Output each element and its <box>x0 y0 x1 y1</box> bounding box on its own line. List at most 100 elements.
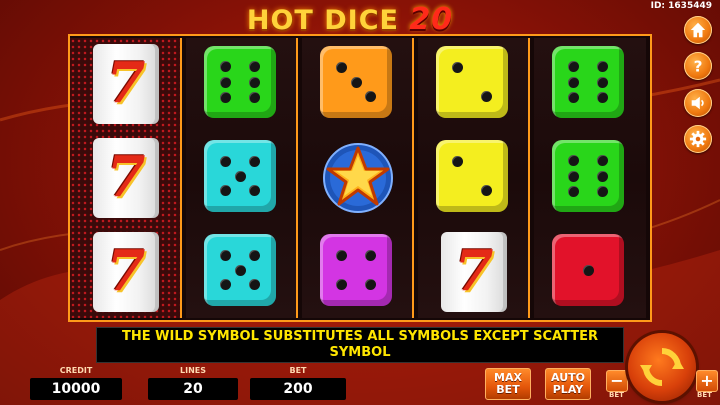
die-5-cyan <box>204 140 280 216</box>
die-pip <box>596 170 608 182</box>
seven-glyph: 7 <box>454 238 494 304</box>
die-6-green <box>204 46 280 122</box>
die-face <box>320 46 392 118</box>
die-pip <box>364 250 376 262</box>
max-bet-line2: BET <box>496 383 520 396</box>
die-face <box>552 140 624 212</box>
die-pip <box>364 278 376 290</box>
home-button[interactable] <box>684 16 712 44</box>
spin-icon <box>640 348 684 386</box>
home-icon <box>690 22 706 38</box>
die-pip <box>582 264 594 276</box>
die-pip <box>596 186 608 198</box>
sound-button[interactable] <box>684 89 712 117</box>
seven-die: 7 <box>93 44 159 124</box>
max-bet-button[interactable]: MAX BET <box>485 368 531 400</box>
seven-symbol: 7 <box>88 232 164 312</box>
die-2-yellow <box>436 140 512 216</box>
seven-glyph: 7 <box>106 144 146 210</box>
credit-value: 10000 <box>30 378 122 400</box>
die-pip <box>452 62 464 74</box>
die-pip <box>234 170 246 182</box>
die-pip <box>336 250 348 262</box>
star-scatter-symbol <box>320 140 396 216</box>
die-pip <box>220 156 232 168</box>
seven-glyph: 7 <box>106 50 146 116</box>
die-pip <box>220 60 232 72</box>
die-pip <box>234 264 246 276</box>
help-icon: ? <box>694 57 703 75</box>
die-pip <box>364 90 376 102</box>
reel-area: 7 7 7 7 <box>68 34 652 322</box>
die-pip <box>220 184 232 196</box>
die-5-cyan <box>204 234 280 310</box>
die-pip <box>248 92 260 104</box>
die-face <box>552 46 624 118</box>
die-pip <box>568 154 580 166</box>
reel-1: 7 7 7 <box>70 38 182 318</box>
die-pip <box>568 92 580 104</box>
bet-increase-button[interactable]: + <box>696 370 718 392</box>
seven-die: 7 <box>93 232 159 312</box>
bet-increase-label: BET <box>697 391 712 399</box>
svg-text:?: ? <box>694 57 703 75</box>
reel-3 <box>302 38 414 318</box>
bet-label: BET <box>289 366 307 375</box>
bet-value: 200 <box>250 378 346 400</box>
die-pip <box>350 76 362 88</box>
die-pip <box>596 154 608 166</box>
die-pip <box>248 184 260 196</box>
lines-value: 20 <box>148 378 238 400</box>
lines-label: LINES <box>180 366 206 375</box>
seven-symbol: 7 <box>436 232 512 312</box>
seven-die: 7 <box>93 138 159 218</box>
die-pip <box>596 92 608 104</box>
die-2-yellow <box>436 46 512 122</box>
game-id: ID: 1635449 <box>650 1 712 11</box>
settings-button[interactable] <box>684 125 712 153</box>
sound-icon <box>691 96 704 110</box>
die-pip <box>452 156 464 168</box>
die-3-orange <box>320 46 396 122</box>
die-pip <box>568 76 580 88</box>
credit-label: CREDIT <box>59 366 93 375</box>
info-message: THE WILD SYMBOL SUBSTITUTES ALL SYMBOLS … <box>96 327 624 363</box>
die-face <box>204 234 276 306</box>
seven-die: 7 <box>441 232 507 312</box>
spin-button[interactable] <box>628 333 696 401</box>
die-pip <box>336 62 348 74</box>
die-pip <box>248 156 260 168</box>
reel-5 <box>534 38 646 318</box>
die-face <box>204 140 276 212</box>
die-face <box>552 234 624 306</box>
die-pip <box>336 278 348 290</box>
die-face <box>204 46 276 118</box>
reel-4: 7 <box>418 38 530 318</box>
seven-symbol: 7 <box>88 44 164 124</box>
die-pip <box>248 60 260 72</box>
die-pip <box>568 170 580 182</box>
die-pip <box>248 278 260 290</box>
die-6-green <box>552 46 628 122</box>
die-pip <box>220 92 232 104</box>
help-button[interactable]: ? <box>684 52 712 80</box>
bet-decrease-button[interactable]: − <box>606 370 628 392</box>
gear-icon <box>689 130 707 148</box>
die-face <box>436 140 508 212</box>
die-pip <box>220 76 232 88</box>
seven-glyph: 7 <box>106 238 146 304</box>
auto-play-line2: PLAY <box>552 383 584 396</box>
die-pip <box>568 60 580 72</box>
die-pip <box>596 60 608 72</box>
die-pip <box>568 186 580 198</box>
die-1-red <box>552 234 628 310</box>
seven-symbol: 7 <box>88 138 164 218</box>
auto-play-button[interactable]: AUTO PLAY <box>545 368 591 400</box>
die-pip <box>480 184 492 196</box>
die-face <box>320 234 392 306</box>
die-4-magenta <box>320 234 396 310</box>
game-logo: HOT DICE 20 <box>220 2 480 38</box>
logo-number: 20 <box>409 2 454 37</box>
bet-decrease-label: BET <box>609 391 624 399</box>
die-6-green <box>552 140 628 216</box>
